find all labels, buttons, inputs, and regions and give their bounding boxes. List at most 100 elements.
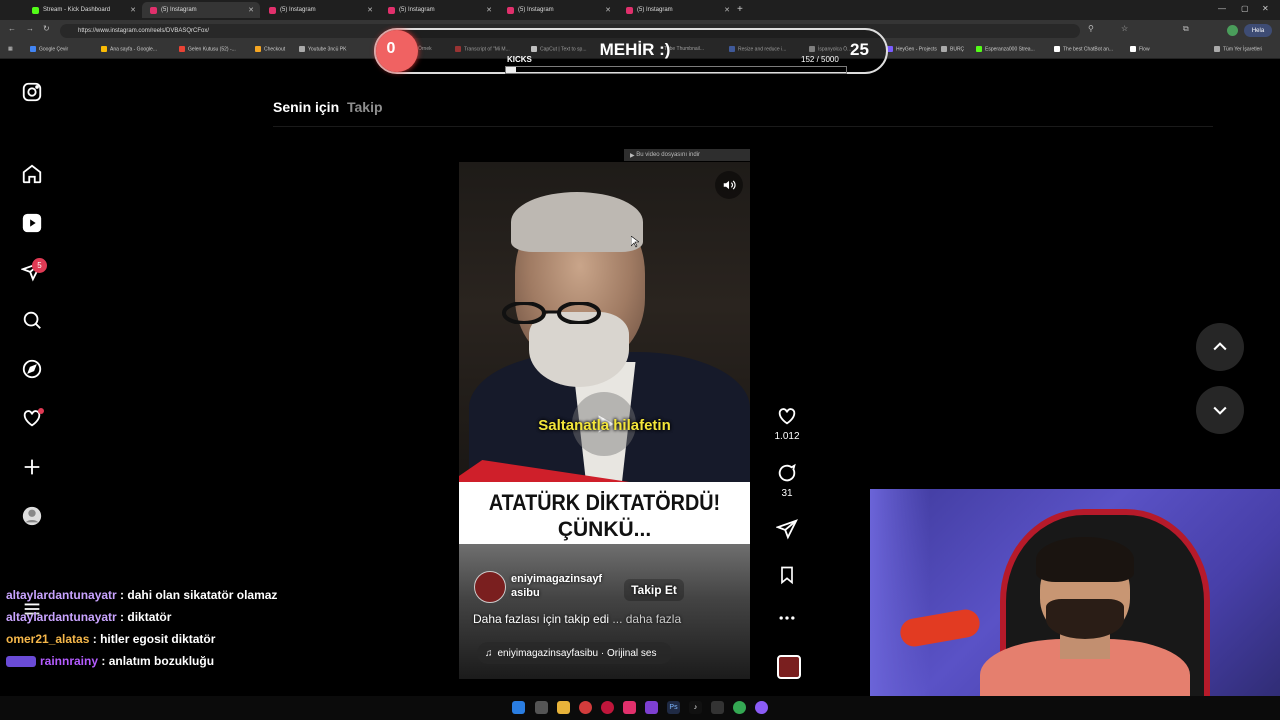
bookmark-item[interactable]: The best ChatBot an... — [1054, 46, 1113, 52]
app-icon[interactable] — [711, 701, 724, 714]
more-options-action[interactable] — [774, 608, 800, 628]
browser-tab-instagram[interactable]: (5) Instagram ✕ — [499, 2, 617, 18]
bookmark-item[interactable]: Gelen Kutusu (52) -... — [179, 46, 236, 52]
url-text: https://www.instagram.com/reels/DVBASQrC… — [78, 28, 210, 34]
all-bookmarks[interactable]: Tüm Yer İşaretleri — [1214, 46, 1262, 52]
comment-icon[interactable] — [776, 462, 798, 484]
start-menu-icon[interactable] — [512, 701, 525, 714]
account-username[interactable]: eniyimagazinsayf asibu — [511, 572, 621, 600]
tab-title: (5) Instagram — [518, 7, 554, 13]
task-view-icon[interactable] — [535, 701, 548, 714]
close-tab-icon[interactable]: ✕ — [248, 6, 254, 14]
explore-icon[interactable] — [19, 356, 45, 382]
close-tab-icon[interactable]: ✕ — [605, 6, 611, 14]
caption-more-link[interactable]: ... daha fazla — [612, 612, 681, 626]
back-icon[interactable]: ← — [8, 24, 16, 33]
create-plus-icon[interactable] — [19, 454, 45, 480]
bookmark-folder[interactable]: BURÇ — [941, 46, 964, 52]
close-tab-icon[interactable]: ✕ — [367, 6, 373, 14]
chat-message: omer21_alatas : hitler egosit diktatör — [6, 632, 216, 646]
previous-reel-button[interactable] — [1196, 323, 1244, 371]
windows-taskbar — [0, 696, 1280, 720]
app-icon[interactable] — [579, 701, 592, 714]
bookmark-label: Google Çevir — [39, 46, 69, 53]
share-action[interactable] — [774, 518, 800, 540]
bookmark-item[interactable]: Flow — [1130, 46, 1150, 52]
forward-icon[interactable]: → — [26, 24, 34, 33]
comment-action[interactable]: 31 — [774, 462, 800, 499]
maximize-icon[interactable]: ▢ — [1241, 4, 1249, 13]
chat-message: altaylardantunayatr : diktatör — [6, 610, 172, 624]
reel-video[interactable]: Saltanatla hilafetin ATATÜRK DİKTATÖRDÜ!… — [459, 162, 750, 679]
close-tab-icon[interactable]: ✕ — [130, 6, 136, 14]
goal-kicks-label: KICKS — [507, 55, 532, 64]
save-action[interactable] — [774, 564, 800, 586]
instagram-logo-icon[interactable] — [19, 79, 45, 105]
close-tab-icon[interactable]: ✕ — [486, 6, 492, 14]
apps-icon[interactable]: ▦ — [8, 46, 13, 52]
bookmark-star-icon[interactable]: ☆ — [1121, 24, 1128, 33]
notifications-dot — [38, 408, 44, 414]
like-heart-icon[interactable] — [776, 405, 798, 427]
zoom-icon[interactable]: ⚲ — [1088, 24, 1094, 33]
browser-tab-instagram[interactable]: (5) Instagram ✕ — [261, 2, 379, 18]
like-action[interactable]: 1.012 — [774, 405, 800, 442]
instagram-app-icon[interactable] — [623, 701, 636, 714]
extensions-icon[interactable]: ⧉ — [1183, 24, 1189, 34]
app-icon[interactable] — [645, 701, 658, 714]
bookmark-item[interactable]: HeyGen - Projects — [887, 46, 937, 52]
follow-button[interactable]: Takip Et — [624, 579, 684, 601]
reel-caption[interactable]: Daha fazlası için takip edi ... daha faz… — [473, 612, 681, 626]
bookmark-icon[interactable] — [777, 564, 797, 586]
search-icon[interactable] — [19, 307, 45, 333]
bookmark-item[interactable]: Checkout — [255, 46, 285, 52]
browser-tab-kick[interactable]: Stream - Kick Dashboard ✕ — [24, 2, 142, 18]
profile-avatar-icon[interactable] — [19, 503, 45, 529]
bookmark-label: The best ChatBot an... — [1063, 46, 1114, 53]
webcam-overlay — [870, 489, 1280, 720]
chrome-icon[interactable] — [733, 701, 746, 714]
tab-title: (5) Instagram — [161, 7, 197, 13]
profile-chip[interactable]: Hela — [1244, 24, 1272, 37]
download-video-bar[interactable]: ▶ Bu video dosyasını indir — [624, 149, 750, 161]
download-label: Bu video dosyasını indir — [636, 152, 700, 158]
share-icon[interactable] — [776, 518, 798, 540]
reload-icon[interactable]: ↻ — [43, 24, 50, 33]
next-reel-button[interactable] — [1196, 386, 1244, 434]
minimize-icon[interactable]: — — [1218, 4, 1226, 13]
bookmark-label: Gelen Kutusu (52) -... — [188, 46, 236, 53]
close-window-icon[interactable]: ✕ — [1262, 4, 1269, 13]
tiktok-icon[interactable]: ♪ — [689, 701, 702, 714]
file-explorer-icon[interactable] — [557, 701, 570, 714]
browser-tab-instagram-active[interactable]: (5) Instagram ✕ — [142, 2, 260, 18]
more-dots-icon[interactable] — [777, 608, 797, 628]
app-icon[interactable] — [755, 701, 768, 714]
instagram-favicon-icon — [269, 6, 276, 14]
account-avatar[interactable] — [474, 571, 506, 603]
tab-for-you[interactable]: Senin için — [273, 99, 339, 115]
browser-tab-instagram[interactable]: (5) Instagram ✕ — [618, 2, 736, 18]
photoshop-icon[interactable]: Ps — [667, 701, 680, 714]
music-note-icon: ♫ — [485, 647, 493, 659]
bookmark-item[interactable]: Ana sayfa - Google... — [101, 46, 157, 52]
new-tab-button[interactable]: + — [737, 4, 743, 15]
tab-title: (5) Instagram — [280, 7, 316, 13]
caption-text: Daha fazlası için takip edi — [473, 612, 610, 626]
close-tab-icon[interactable]: ✕ — [724, 6, 730, 14]
bookmark-item[interactable]: Esperanza000 Strea... — [976, 46, 1035, 52]
home-icon[interactable] — [19, 161, 45, 187]
opera-icon[interactable] — [601, 701, 614, 714]
bookmark-label: BURÇ — [950, 46, 965, 53]
tab-following[interactable]: Takip — [347, 99, 383, 115]
reels-icon[interactable] — [19, 210, 45, 236]
profile-avatar[interactable] — [1227, 25, 1238, 36]
browser-tab-instagram[interactable]: (5) Instagram ✕ — [380, 2, 498, 18]
bookmark-item[interactable]: Google Çevir — [30, 46, 68, 52]
bookmark-folder[interactable]: Youtube 3ncü PK — [299, 46, 346, 52]
audio-label: eniyimagazinsayfasibu · Orijinal ses — [497, 647, 657, 659]
audio-link[interactable]: ♫ eniyimagazinsayfasibu · Orijinal ses — [477, 642, 672, 664]
video-figure-hair — [511, 192, 643, 252]
sound-toggle-icon[interactable] — [715, 171, 743, 199]
instagram-favicon-icon — [388, 6, 395, 14]
audio-thumbnail[interactable] — [777, 655, 801, 679]
